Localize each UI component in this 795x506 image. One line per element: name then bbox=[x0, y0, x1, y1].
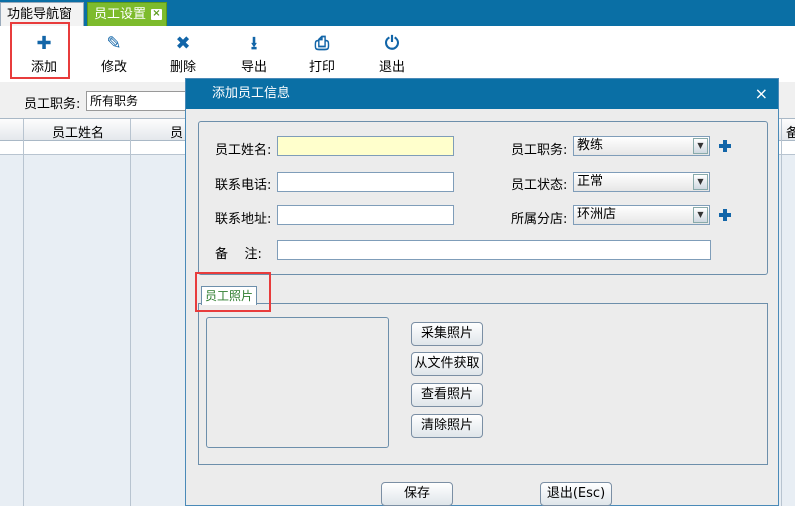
column-header-remark[interactable]: 备 bbox=[786, 122, 795, 141]
position-filter-label: 员工职务: bbox=[24, 97, 81, 112]
add-button-highlight bbox=[10, 22, 70, 79]
position-select[interactable]: 教练 ▼ bbox=[573, 136, 710, 156]
tab-strip: 功能导航窗口 员工设置 × bbox=[0, 0, 795, 45]
column-divider bbox=[781, 119, 782, 506]
photo-panel: 采集照片 从文件获取 查看照片 清除照片 bbox=[198, 303, 768, 465]
remark-input[interactable] bbox=[277, 240, 711, 260]
edit-button-label: 修改 bbox=[100, 60, 127, 75]
branch-select-value: 环洲店 bbox=[577, 207, 617, 222]
add-branch-icon[interactable] bbox=[719, 209, 731, 221]
download-icon: ⭳ bbox=[250, 33, 258, 54]
delete-button[interactable]: ✖ 删除 bbox=[153, 33, 213, 76]
exit-dialog-button[interactable]: 退出(Esc) bbox=[540, 482, 612, 506]
phone-input[interactable] bbox=[277, 172, 454, 192]
position-filter-select[interactable]: 所有职务 bbox=[86, 91, 196, 111]
position-label: 员工职务: bbox=[511, 143, 568, 158]
phone-label: 联系电话: bbox=[215, 178, 272, 193]
edit-button[interactable]: ✎ 修改 bbox=[84, 33, 144, 76]
tab-staff-settings[interactable]: 员工设置 × bbox=[87, 2, 167, 26]
export-button[interactable]: ⭳ 导出 bbox=[224, 33, 284, 76]
close-icon[interactable]: × bbox=[151, 9, 162, 20]
photo-preview bbox=[206, 317, 389, 448]
add-position-icon[interactable] bbox=[719, 140, 731, 152]
dialog-title: 添加员工信息 bbox=[212, 86, 291, 101]
chevron-down-icon[interactable]: ▼ bbox=[693, 138, 708, 154]
exit-button[interactable]: ⏻ 退出 bbox=[362, 33, 422, 76]
printer-icon: ⎙ bbox=[314, 33, 330, 54]
tab-staff-settings-label: 员工设置 bbox=[94, 7, 147, 22]
print-button-label: 打印 bbox=[308, 60, 335, 75]
chevron-down-icon[interactable]: ▼ bbox=[693, 174, 708, 190]
add-staff-dialog: 添加员工信息 × 员工姓名: 联系电话: 联系地址: 备 注: 员工职务: 教练… bbox=[185, 78, 779, 506]
exit-button-label: 退出 bbox=[378, 60, 405, 75]
position-select-value: 教练 bbox=[577, 138, 604, 153]
close-icon[interactable]: × bbox=[755, 79, 768, 109]
column-divider bbox=[23, 119, 24, 506]
chevron-down-icon[interactable]: ▼ bbox=[693, 207, 708, 223]
capture-photo-button[interactable]: 采集照片 bbox=[411, 322, 483, 346]
print-button[interactable]: ⎙ 打印 bbox=[292, 33, 352, 76]
staff-info-group: 员工姓名: 联系电话: 联系地址: 备 注: 员工职务: 教练 ▼ 员工状态: … bbox=[198, 121, 768, 275]
address-label: 联系地址: bbox=[215, 212, 272, 227]
column-divider bbox=[130, 119, 131, 506]
toolbar: ✚ 添加 ✎ 修改 ✖ 删除 ⭳ 导出 ⎙ 打印 ⏻ 退出 bbox=[0, 26, 795, 82]
name-label: 员工姓名: bbox=[215, 143, 272, 158]
status-label: 员工状态: bbox=[511, 178, 568, 193]
status-select-value: 正常 bbox=[577, 174, 604, 189]
load-from-file-button[interactable]: 从文件获取 bbox=[411, 352, 483, 376]
dialog-title-bar: 添加员工信息 × bbox=[186, 79, 778, 109]
pencil-icon: ✎ bbox=[106, 33, 122, 54]
photo-tab-highlight bbox=[195, 272, 271, 312]
address-input[interactable] bbox=[277, 205, 454, 225]
name-input[interactable] bbox=[277, 136, 454, 156]
column-header-partial[interactable]: 员 bbox=[170, 122, 183, 141]
column-header-name[interactable]: 员工姓名 bbox=[52, 122, 104, 141]
clear-photo-button[interactable]: 清除照片 bbox=[411, 414, 483, 438]
delete-button-label: 删除 bbox=[169, 60, 196, 75]
export-button-label: 导出 bbox=[240, 60, 267, 75]
power-icon: ⏻ bbox=[384, 33, 400, 54]
save-button[interactable]: 保存 bbox=[381, 482, 453, 506]
remark-label: 备 注: bbox=[215, 247, 262, 262]
status-select[interactable]: 正常 ▼ bbox=[573, 172, 710, 192]
view-photo-button[interactable]: 查看照片 bbox=[411, 383, 483, 407]
branch-select[interactable]: 环洲店 ▼ bbox=[573, 205, 710, 225]
branch-label: 所属分店: bbox=[511, 212, 568, 227]
x-icon: ✖ bbox=[175, 33, 191, 54]
